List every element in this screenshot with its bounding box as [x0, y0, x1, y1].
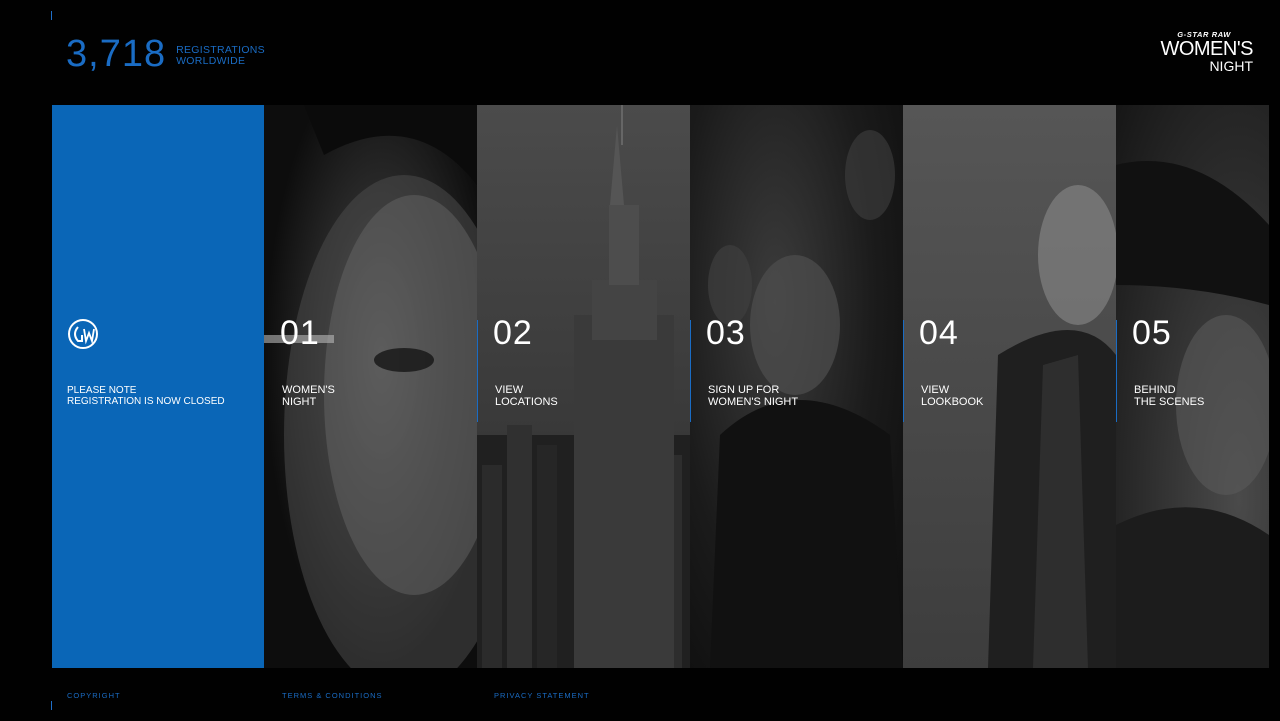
notice-line1: PLEASE NOTE: [67, 385, 137, 396]
panel-label-line2: LOCATIONS: [495, 395, 558, 408]
brand-logo[interactable]: G-STAR RAW WOMEN'S NIGHT: [1160, 30, 1253, 73]
panel-label-line2: WOMEN'S NIGHT: [708, 395, 799, 408]
panel-label-line1: VIEW: [921, 384, 950, 396]
panel-label-view-locations: VIEW LOCATIONS: [495, 384, 558, 408]
page: 3,718 REGISTRATIONS WORLDWIDE G-STAR RAW…: [0, 0, 1280, 721]
gw-logo-icon: [68, 319, 98, 349]
panel-label-line2: NIGHT: [282, 395, 317, 408]
panel-number-04: 04: [919, 314, 959, 352]
panel-view-locations[interactable]: 02 VIEW LOCATIONS: [477, 105, 690, 668]
brand-logo-subtitle: NIGHT: [1209, 58, 1253, 74]
panel-label-line1: SIGN UP FOR: [708, 384, 780, 396]
panel-label-line2: LOOKBOOK: [921, 395, 984, 408]
footer: COPYRIGHT TERMS & CONDITIONS PRIVACY STA…: [0, 691, 1280, 703]
panel-number-05: 05: [1132, 314, 1172, 352]
registration-count-label: REGISTRATIONS WORLDWIDE: [176, 45, 265, 67]
copyright-link[interactable]: COPYRIGHT: [67, 691, 121, 700]
privacy-statement-link[interactable]: PRIVACY STATEMENT: [494, 691, 590, 700]
terms-conditions-link[interactable]: TERMS & CONDITIONS: [282, 691, 383, 700]
registration-counter: 3,718 REGISTRATIONS WORLDWIDE: [66, 34, 265, 74]
panel-label-line1: VIEW: [495, 384, 524, 396]
panel-label-line1: WOMEN'S: [282, 384, 335, 396]
registration-notice-panel: PLEASE NOTE REGISTRATION IS NOW CLOSED: [52, 105, 264, 668]
navigation-panels: PLEASE NOTE REGISTRATION IS NOW CLOSED 0…: [52, 105, 1269, 668]
panel-womens-night[interactable]: 01 WOMEN'S NIGHT: [264, 105, 477, 668]
registration-closed-notice: PLEASE NOTE REGISTRATION IS NOW CLOSED: [67, 385, 225, 407]
panel-label-line1: BEHIND: [1134, 384, 1176, 396]
panel-number-02: 02: [493, 314, 533, 352]
panel-label-view-lookbook: VIEW LOOKBOOK: [921, 384, 984, 408]
panel-label-line2: THE SCENES: [1134, 395, 1205, 408]
registration-count: 3,718: [66, 33, 167, 75]
panel-label-womens-night: WOMEN'S NIGHT: [282, 384, 335, 408]
top-corner-mark: [51, 11, 52, 20]
panel-sign-up[interactable]: 03 SIGN UP FOR WOMEN'S NIGHT: [690, 105, 903, 668]
counter-label-line2: WORLDWIDE: [176, 55, 246, 67]
notice-line2: REGISTRATION IS NOW CLOSED: [67, 396, 225, 407]
panel-label-sign-up: SIGN UP FOR WOMEN'S NIGHT: [708, 384, 799, 408]
panel-view-lookbook[interactable]: 04 VIEW LOOKBOOK: [903, 105, 1116, 668]
brand-logo-title: WOMEN'S: [1160, 38, 1253, 60]
panel-number-01: 01: [280, 314, 320, 352]
panel-behind-the-scenes[interactable]: 05 BEHIND THE SCENES: [1116, 105, 1269, 668]
panel-label-behind-the-scenes: BEHIND THE SCENES: [1134, 384, 1205, 408]
panel-number-03: 03: [706, 314, 746, 352]
